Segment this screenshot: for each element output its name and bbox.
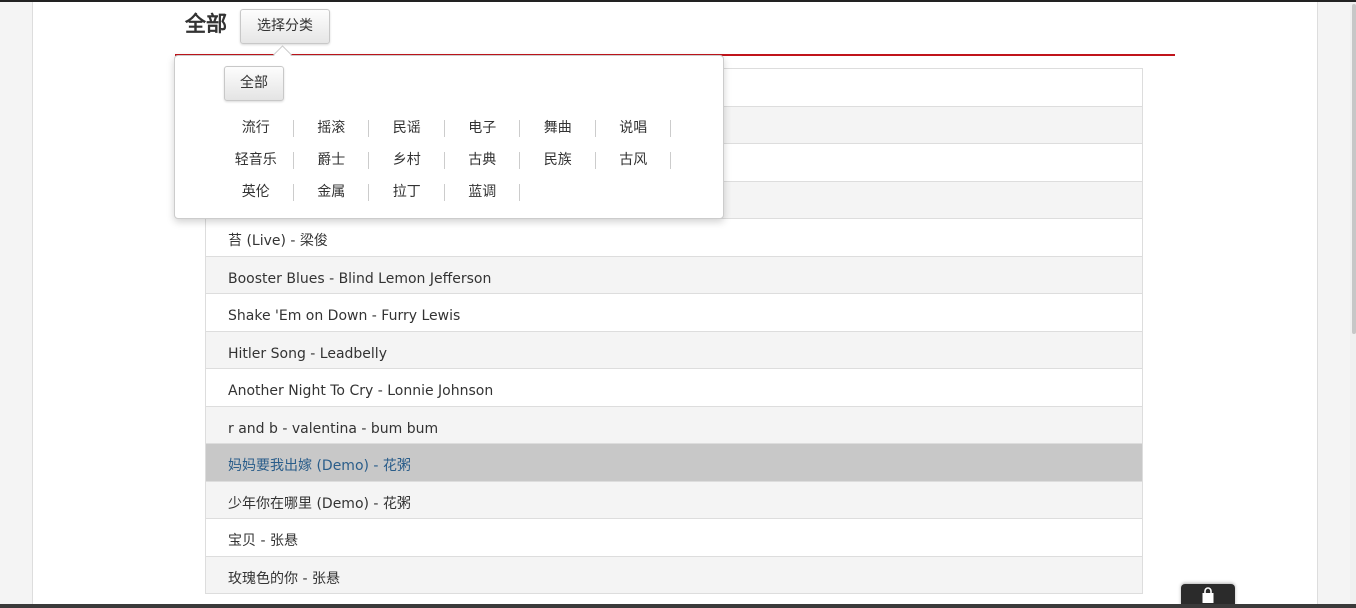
genre-item[interactable]: 民谣	[369, 112, 445, 144]
genre-item[interactable]: 舞曲	[520, 112, 596, 144]
genre-item[interactable]: 电子	[445, 112, 521, 144]
song-row[interactable]: r and b - valentina - bum bum	[205, 406, 1143, 444]
window-bottom-bar	[0, 604, 1356, 608]
song-row[interactable]: Another Night To Cry - Lonnie Johnson	[205, 369, 1143, 407]
genre-grid: 流行 摇滚 民谣 电子 舞曲 说唱 轻音乐 爵士 乡村 古典 民族 古风 英伦 …	[218, 112, 698, 208]
genre-item[interactable]: 金属	[294, 176, 370, 208]
shopping-bag-icon	[1202, 587, 1214, 603]
genre-item[interactable]: 古风	[596, 144, 672, 176]
song-row[interactable]: Hitler Song - Leadbelly	[205, 331, 1143, 369]
genre-item[interactable]: 说唱	[596, 112, 672, 144]
song-row[interactable]: 少年你在哪里 (Demo) - 花粥	[205, 481, 1143, 519]
song-row[interactable]: 苔 (Live) - 梁俊	[205, 219, 1143, 257]
genre-item[interactable]: 轻音乐	[218, 144, 294, 176]
genre-item[interactable]: 拉丁	[369, 176, 445, 208]
scrollbar-thumb[interactable]	[1352, 4, 1356, 334]
shopping-bag-tab[interactable]	[1181, 584, 1235, 606]
genre-item[interactable]: 英伦	[218, 176, 294, 208]
genre-item[interactable]: 摇滚	[294, 112, 370, 144]
song-row[interactable]: Booster Blues - Blind Lemon Jefferson	[205, 256, 1143, 294]
song-row[interactable]: 宝贝 - 张悬	[205, 519, 1143, 557]
category-popover: 全部 流行 摇滚 民谣 电子 舞曲 说唱 轻音乐 爵士 乡村 古典 民族 古风 …	[174, 55, 724, 219]
genre-item[interactable]: 爵士	[294, 144, 370, 176]
category-all-button[interactable]: 全部	[224, 66, 284, 101]
select-category-button[interactable]: 选择分类	[240, 9, 330, 44]
song-row-selected[interactable]: 妈妈要我出嫁 (Demo) - 花粥	[205, 444, 1143, 482]
genre-item[interactable]: 古典	[445, 144, 521, 176]
genre-item[interactable]: 流行	[218, 112, 294, 144]
genre-item[interactable]: 蓝调	[445, 176, 521, 208]
song-row[interactable]: Shake 'Em on Down - Furry Lewis	[205, 294, 1143, 332]
genre-item[interactable]: 民族	[520, 144, 596, 176]
genre-item[interactable]: 乡村	[369, 144, 445, 176]
song-row[interactable]: 玫瑰色的你 - 张悬	[205, 556, 1143, 594]
page-title: 全部	[185, 12, 227, 36]
